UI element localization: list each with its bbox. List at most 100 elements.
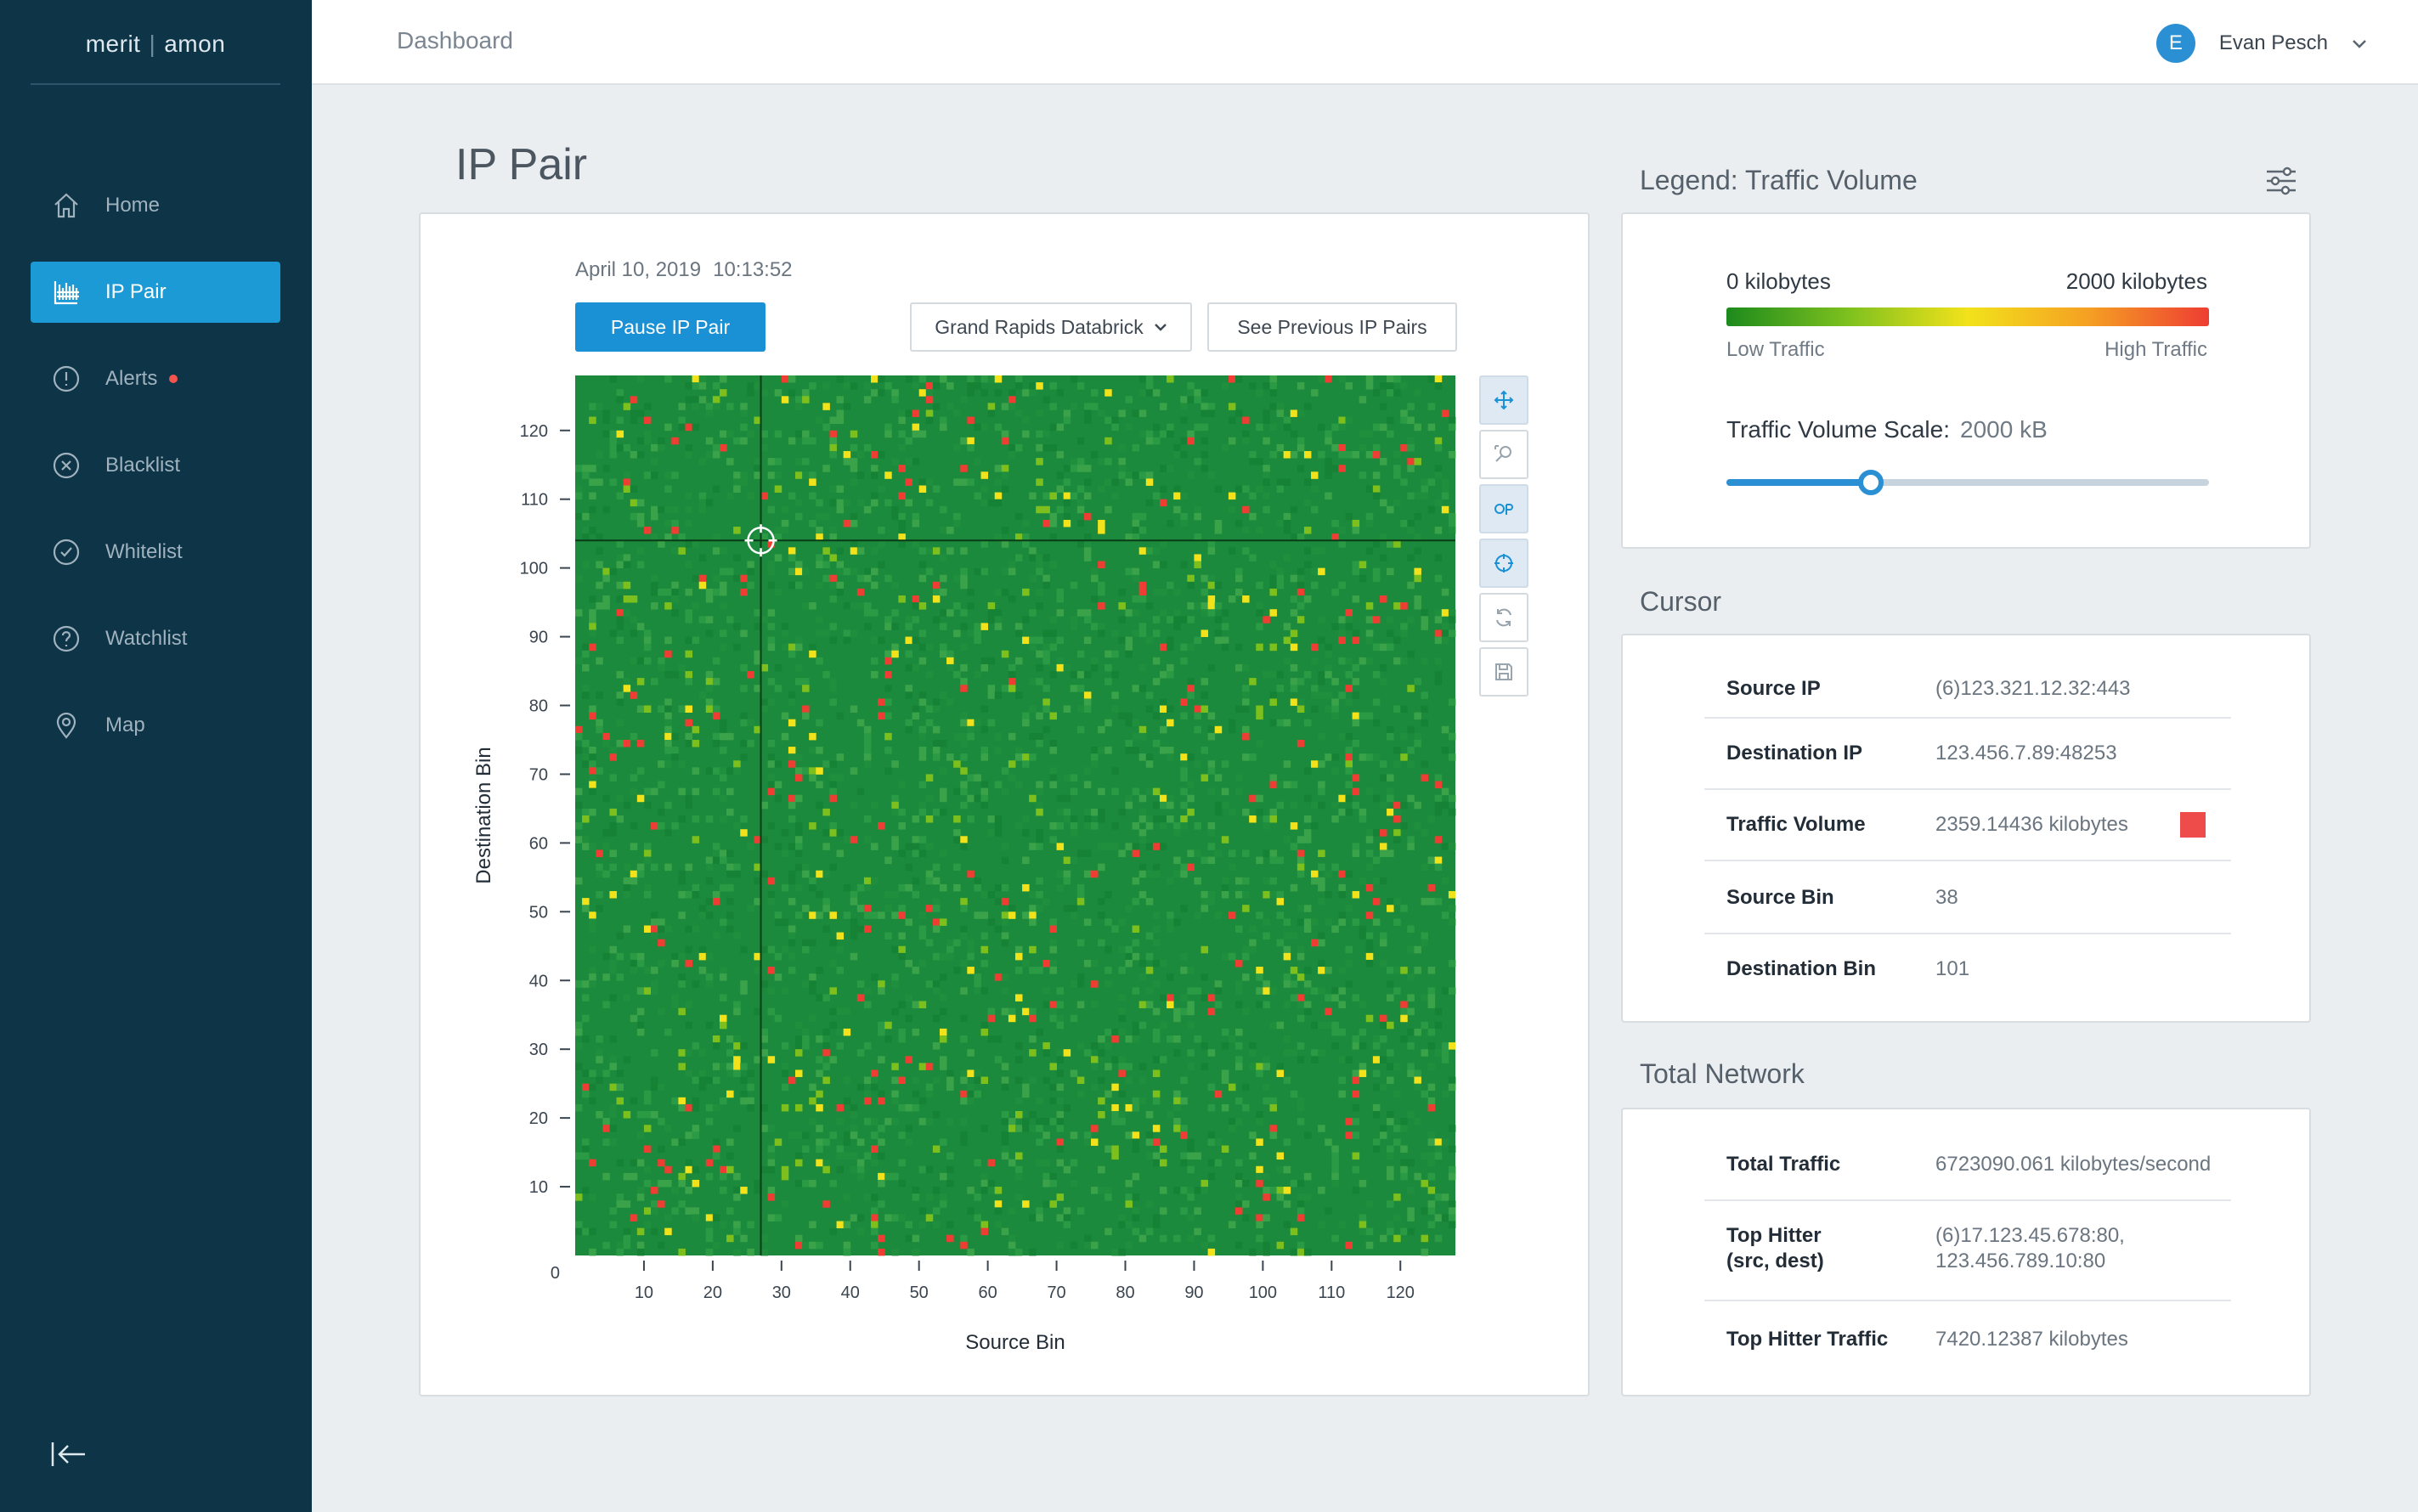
heatmap-cell bbox=[960, 678, 968, 685]
heatmap-cell bbox=[1359, 574, 1367, 583]
heatmap-cell bbox=[1407, 1069, 1415, 1077]
sidebar-item-map[interactable]: Map bbox=[31, 695, 280, 756]
heatmap-cell bbox=[1352, 918, 1360, 926]
heatmap-cell bbox=[651, 1083, 658, 1092]
app-logo[interactable]: merit | amon bbox=[31, 24, 280, 85]
heatmap-cell bbox=[609, 375, 617, 383]
heatmap-chart[interactable]: 10 20 30 40 50 60 70 80 90 100 110 1200102030405060… bbox=[421, 214, 1591, 1398]
heatmap-cell bbox=[740, 663, 748, 672]
heatmap-cell bbox=[939, 643, 947, 652]
heatmap-cell bbox=[1104, 437, 1112, 445]
heatmap-cell bbox=[912, 849, 920, 857]
pan-tool[interactable] bbox=[1479, 375, 1528, 425]
heatmap-cell bbox=[1042, 725, 1050, 734]
heatmap-cell bbox=[960, 932, 968, 940]
heatmap-cell bbox=[774, 554, 782, 561]
heatmap-cell bbox=[1311, 643, 1319, 652]
heatmap-cell bbox=[850, 519, 858, 528]
heatmap-cell bbox=[767, 1187, 776, 1194]
heatmap-cell bbox=[1276, 403, 1285, 410]
sidebar-item-alerts[interactable]: Alerts bbox=[31, 348, 280, 409]
heatmap-cell bbox=[795, 458, 803, 465]
heatmap-cell bbox=[1001, 540, 1009, 548]
heatmap-cell bbox=[1365, 1200, 1374, 1208]
heatmap-cell bbox=[712, 485, 720, 493]
heatmap-cell bbox=[1138, 685, 1147, 692]
heatmap-cell bbox=[1036, 602, 1043, 610]
heatmap-cell bbox=[850, 512, 858, 521]
heatmap-cell bbox=[616, 416, 624, 425]
heatmap-cell bbox=[1338, 987, 1346, 995]
heatmap-cell bbox=[1145, 843, 1154, 850]
heatmap-cell bbox=[1338, 465, 1346, 472]
link-tool[interactable] bbox=[1479, 484, 1528, 533]
sidebar-item-ip-pair[interactable]: IP Pair bbox=[31, 262, 280, 323]
save-tool[interactable] bbox=[1479, 647, 1528, 697]
zoom-tool[interactable] bbox=[1479, 430, 1528, 479]
heatmap-cell bbox=[884, 747, 892, 754]
scale-slider[interactable] bbox=[1726, 470, 2209, 495]
heatmap-cell bbox=[994, 423, 1003, 432]
heatmap-cell bbox=[1159, 588, 1167, 596]
heatmap-cell bbox=[802, 678, 810, 685]
heatmap-cell bbox=[871, 877, 879, 885]
heatmap-cell bbox=[891, 945, 899, 954]
heatmap-cell bbox=[1345, 781, 1353, 789]
heatmap-cell bbox=[905, 650, 912, 658]
heatmap-cell bbox=[636, 1248, 645, 1256]
heatmap-cell bbox=[1221, 801, 1229, 810]
heatmap-cell bbox=[822, 829, 830, 837]
heatmap-cell bbox=[651, 471, 658, 479]
heatmap-cell bbox=[678, 1172, 686, 1181]
heatmap-cell bbox=[974, 382, 981, 390]
heatmap-cell bbox=[1269, 698, 1277, 706]
heatmap-cell bbox=[630, 952, 638, 961]
collapse-left-icon[interactable] bbox=[49, 1437, 88, 1471]
heatmap-cell bbox=[1434, 1138, 1443, 1146]
heatmap-cell bbox=[1111, 492, 1119, 500]
heatmap-cell bbox=[1331, 705, 1339, 713]
heatmap-cell bbox=[1276, 801, 1285, 810]
heatmap-cell bbox=[1387, 794, 1394, 803]
heatmap-cell bbox=[1152, 1138, 1161, 1146]
heatmap-cell bbox=[1448, 732, 1456, 741]
heatmap-cell bbox=[871, 911, 879, 919]
heatmap-cell bbox=[1111, 478, 1119, 486]
user-menu[interactable]: E Evan Pesch bbox=[2155, 24, 2367, 63]
heatmap-cell bbox=[1407, 416, 1415, 425]
heatmap-cell bbox=[719, 918, 727, 926]
heatmap-cell bbox=[836, 567, 845, 576]
heatmap-cell bbox=[1318, 801, 1325, 810]
heatmap-cell bbox=[884, 905, 892, 912]
y-tick-label: 110 bbox=[521, 491, 548, 510]
heatmap-cell bbox=[1242, 725, 1250, 734]
sidebar-item-watchlist[interactable]: Watchlist bbox=[31, 608, 280, 669]
heatmap-cell bbox=[726, 1138, 734, 1146]
heatmap-cell bbox=[891, 843, 899, 850]
heatmap-cell bbox=[1311, 505, 1319, 514]
heatmap-cell bbox=[643, 1179, 652, 1188]
crosshair-tool[interactable] bbox=[1479, 539, 1528, 588]
reset-tool[interactable] bbox=[1479, 593, 1528, 642]
heatmap-cell bbox=[788, 643, 796, 652]
heatmap-cell bbox=[1083, 1234, 1092, 1243]
heatmap-cell bbox=[1180, 760, 1188, 768]
heatmap-cell bbox=[1352, 1103, 1360, 1112]
heatmap-cell bbox=[987, 616, 996, 623]
heatmap-cell bbox=[1167, 375, 1174, 383]
sidebar-item-whitelist[interactable]: Whitelist bbox=[31, 522, 280, 583]
heatmap-cell bbox=[726, 1049, 734, 1057]
sidebar-item-blacklist[interactable]: Blacklist bbox=[31, 435, 280, 496]
heatmap-cell bbox=[698, 952, 707, 961]
slider-handle[interactable] bbox=[1858, 470, 1884, 495]
heatmap-cell bbox=[939, 973, 947, 981]
heatmap-cell bbox=[1187, 685, 1195, 692]
heatmap-cell bbox=[1379, 643, 1387, 652]
heatmap-cell bbox=[1263, 1187, 1270, 1194]
sidebar-item-home[interactable]: Home bbox=[31, 175, 280, 236]
heatmap-cell bbox=[1434, 671, 1443, 679]
heatmap-cell bbox=[1138, 836, 1147, 843]
heatmap-cell bbox=[658, 1145, 665, 1153]
breadcrumb[interactable]: Dashboard bbox=[397, 27, 513, 54]
filter-settings-icon[interactable] bbox=[2263, 163, 2299, 199]
